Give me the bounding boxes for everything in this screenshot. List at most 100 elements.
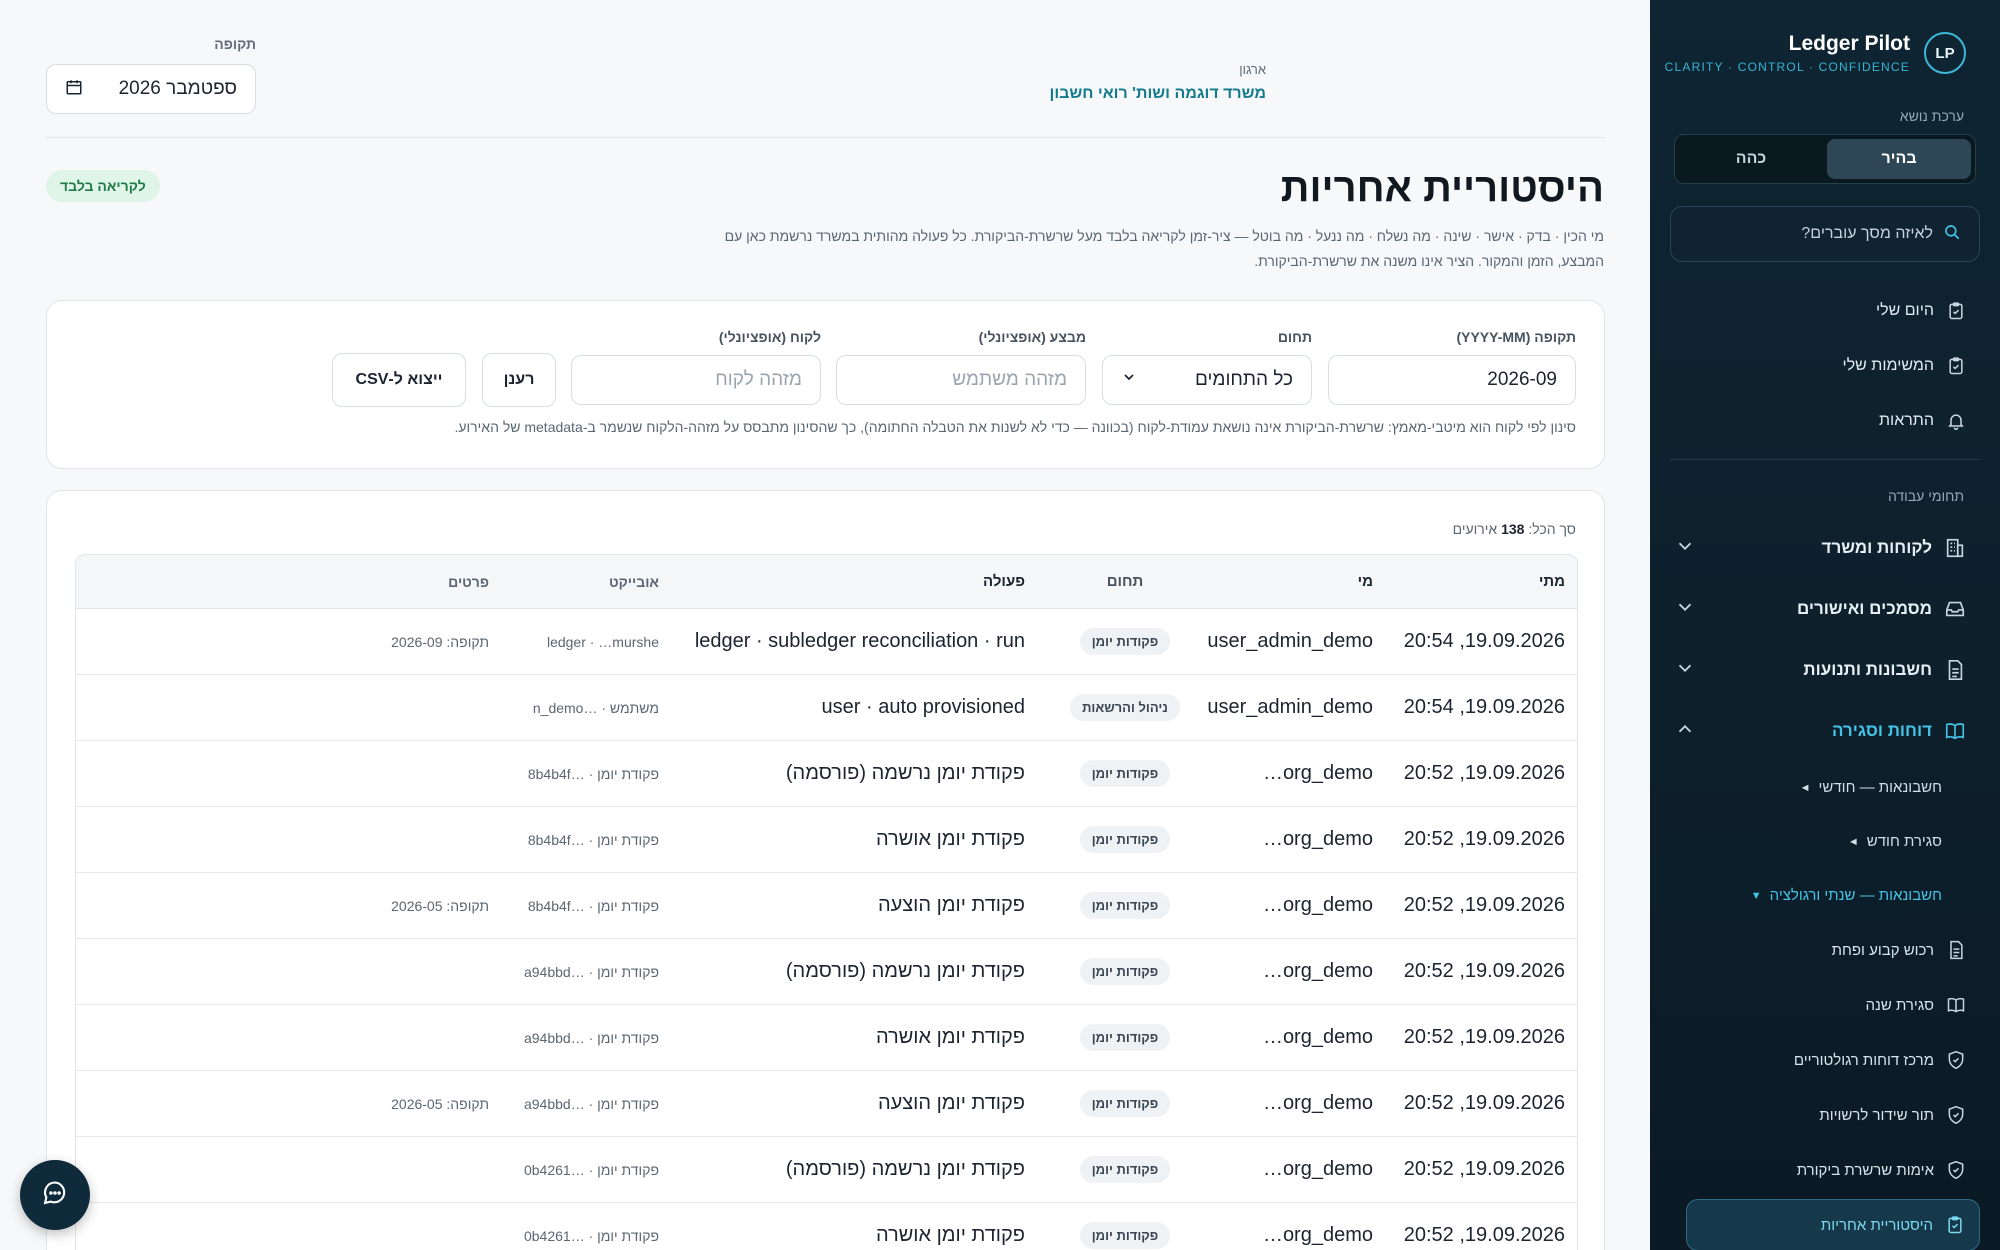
col-when[interactable]: מתי	[1539, 555, 1565, 608]
domain-chip: פקודות יומן	[1079, 1222, 1171, 1249]
filter-actor: מבצע (אופציונלי) מזהה משתמש	[836, 329, 1086, 405]
nav-sub-annual-regulation[interactable]: חשבונאות — שנתי ורגולציה ▼	[1751, 887, 1942, 904]
chat-icon	[41, 1179, 69, 1212]
nav-item-audit-chain-verify[interactable]: אימות שרשרת ביקורת	[1797, 1150, 1966, 1190]
screen-search-input[interactable]: לאיזה מסך עוברים?	[1670, 206, 1980, 262]
calendar-icon[interactable]	[65, 78, 83, 101]
filter-domain-label: תחום	[1277, 329, 1312, 345]
shield-icon	[1948, 1160, 1964, 1180]
table-row[interactable]: 19.09.2026, 20:52 …org_demo פקודות יומן פקו…	[76, 1071, 1577, 1137]
table-row[interactable]: 19.09.2026, 20:52 …org_demo פקודות יומן פקו…	[76, 1203, 1577, 1250]
org-name[interactable]: משרד דוגמה ושות' רואי חשבון	[1050, 85, 1267, 103]
table-row[interactable]: 19.09.2026, 20:54 user_admin_demo פקודות י…	[76, 609, 1577, 675]
col-domain[interactable]: תחום	[1065, 555, 1185, 608]
theme-dark-button[interactable]: כהה	[1679, 139, 1823, 179]
nav-group-reports-closing[interactable]: דוחות וסגירה	[1674, 709, 1966, 753]
col-who[interactable]: מי	[1193, 555, 1373, 608]
nav-item-my-day[interactable]: היום שלי	[1876, 291, 1966, 331]
theme-light-button[interactable]: בהיר	[1827, 139, 1971, 179]
nav-group-clients-office[interactable]: לקוחות ומשרד	[1674, 526, 1966, 570]
table-row[interactable]: 19.09.2026, 20:52 …org_demo פקודות יומן פקו…	[76, 741, 1577, 807]
table-row[interactable]: 19.09.2026, 20:52 …org_demo פקודות יומן פקו…	[76, 873, 1577, 939]
total-count: סך הכל: 138 אירועים	[1453, 521, 1576, 537]
cell-who: …org_demo	[1262, 894, 1373, 916]
cell-action: user · auto provisioned	[821, 696, 1025, 718]
nav-group-documents-approvals[interactable]: מסמכים ואישורים	[1674, 587, 1966, 631]
filter-actor-label: מבצע (אופציונלי)	[978, 329, 1086, 345]
cell-who: …org_demo	[1262, 1026, 1373, 1048]
filter-period-input[interactable]: 2026-09	[1328, 355, 1576, 405]
cell-when: 19.09.2026, 20:54	[1403, 630, 1565, 652]
cell-who: …org_demo	[1262, 1158, 1373, 1180]
domain-chip: פקודות יומן	[1079, 958, 1171, 985]
table-row[interactable]: 19.09.2026, 20:54 user_admin_demo ניהול וה…	[76, 675, 1577, 741]
nav-item-authority-queue[interactable]: תור שידור לרשויות	[1819, 1095, 1966, 1135]
theme-toggle: בהיר כהה	[1674, 134, 1976, 184]
nav-item-label: היום שלי	[1875, 302, 1934, 319]
domain-chip: פקודות יומן	[1079, 826, 1171, 853]
brand[interactable]: LP Ledger Pilot CLARITY · CONTROL · CONF…	[1665, 32, 1966, 74]
cell-object: פקודת יומן · …8b4b4f	[527, 897, 659, 914]
chevron-down-icon	[1121, 369, 1137, 391]
nav-item-notifications[interactable]: התראות	[1879, 401, 1966, 441]
cell-object: פקודת יומן · …0b4261	[523, 1227, 659, 1244]
col-action[interactable]: פעולה	[983, 555, 1025, 608]
filter-domain-select[interactable]: כל התחומים	[1102, 355, 1312, 405]
cell-domain: פקודות יומן	[1065, 939, 1185, 1004]
nav-divider	[1670, 459, 1980, 460]
cell-action: פקודת יומן אושרה	[875, 828, 1025, 850]
cell-object: פקודת יומן · …a94bbd	[523, 963, 659, 980]
nav-group-accounts-transactions[interactable]: חשבונות ותנועות	[1674, 648, 1966, 692]
nav-item-year-closing[interactable]: סגירת שנה	[1866, 985, 1966, 1025]
chevron-up-icon	[1674, 718, 1696, 745]
export-csv-button[interactable]: ייצוא ל-CSV	[332, 353, 466, 407]
cell-when: 19.09.2026, 20:52	[1403, 960, 1565, 982]
nav-sub-month-closing[interactable]: סגירת חודש ◄	[1848, 833, 1942, 850]
org-label: ארגון	[1239, 62, 1266, 77]
nav-sub-monthly-accounting[interactable]: חשבונאות — חודשי ◄	[1800, 779, 1942, 796]
cell-object: פקודת יומן · …8b4b4f	[527, 765, 659, 782]
cell-action: פקודת יומן אושרה	[875, 1224, 1025, 1246]
cell-action: פקודת יומן נרשמה (פורסמה)	[785, 762, 1025, 784]
bell-icon	[1948, 414, 1964, 431]
domain-chip: פקודות יומן	[1079, 892, 1171, 919]
cell-action: פקודת יומן הוצעה	[877, 1092, 1025, 1114]
table-row[interactable]: 19.09.2026, 20:52 …org_demo פקודות יומן פקו…	[76, 1005, 1577, 1071]
clipboard-icon	[1949, 357, 1963, 375]
book-icon	[1947, 997, 1965, 1013]
cell-when: 19.09.2026, 20:52	[1403, 894, 1565, 916]
nav-item-fixed-assets[interactable]: רכוש קבוע ופחת	[1832, 930, 1966, 970]
filter-actor-input[interactable]: מזהה משתמש	[836, 355, 1086, 405]
filter-period: תקופה (YYYY-MM) 2026-09	[1328, 329, 1576, 405]
period-input[interactable]: ספטמבר 2026	[46, 64, 256, 114]
nav-item-regulatory-reports[interactable]: מרכז דוחות רגולטוריים	[1794, 1040, 1966, 1080]
table-row[interactable]: 19.09.2026, 20:52 …org_demo פקודות יומן פקו…	[76, 807, 1577, 873]
refresh-button[interactable]: רענן	[482, 353, 556, 407]
chevron-down-icon	[1674, 657, 1696, 684]
table-row[interactable]: 19.09.2026, 20:52 …org_demo פקודות יומן פקו…	[76, 939, 1577, 1005]
shield-icon	[1948, 1050, 1964, 1070]
table-row[interactable]: 19.09.2026, 20:52 …org_demo פקודות יומן פקו…	[76, 1137, 1577, 1203]
cell-domain: פקודות יומן	[1065, 1203, 1185, 1250]
nav-item-label: סגירת שנה	[1865, 996, 1934, 1014]
filter-client: לקוח (אופציונלי) מזהה לקוח	[571, 329, 821, 405]
nav-item-my-tasks[interactable]: המשימות שלי	[1843, 346, 1966, 386]
nav-item-label: רכוש קבוע ופחת	[1831, 941, 1934, 959]
filter-client-input[interactable]: מזהה לקוח	[571, 355, 821, 405]
readonly-badge: לקריאה בלבד	[46, 170, 160, 202]
nav-sub-label: חשבונאות — שנתי ורגולציה	[1769, 887, 1942, 904]
chat-button[interactable]	[20, 1160, 90, 1230]
events-table: מתי מי תחום פעולה אובייקט פרטים 19.09.20…	[75, 554, 1578, 1250]
nav-item-accountability-history[interactable]: היסטוריית אחריות	[1686, 1199, 1980, 1250]
domain-chip: ניהול והרשאות	[1070, 694, 1180, 721]
nav-group-label: מסמכים ואישורים	[1796, 599, 1932, 618]
col-object[interactable]: אובייקט	[609, 555, 659, 608]
cell-domain: פקודות יומן	[1065, 1005, 1185, 1070]
table-header: מתי מי תחום פעולה אובייקט פרטים	[76, 555, 1577, 609]
period-label: תקופה	[214, 36, 256, 52]
nav-sub-label: חשבונאות — חודשי	[1818, 779, 1942, 796]
cell-details: תקופה: 2026-09	[391, 633, 489, 650]
cell-when: 19.09.2026, 20:52	[1403, 828, 1565, 850]
col-details[interactable]: פרטים	[448, 555, 489, 608]
book-icon	[1945, 723, 1965, 740]
